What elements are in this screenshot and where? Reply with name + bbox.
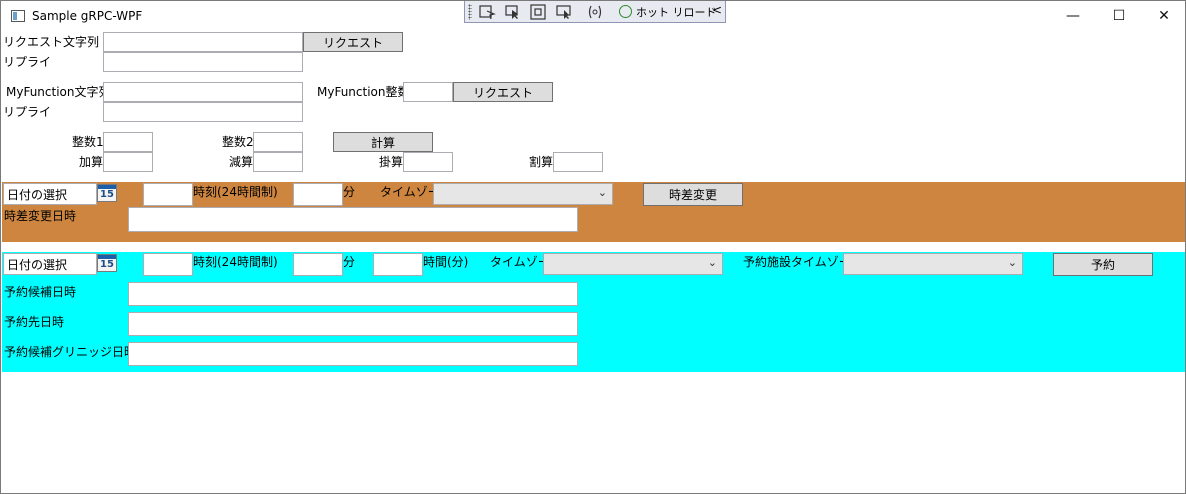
int1-input[interactable] (103, 132, 153, 152)
live-visual-tree-icon[interactable] (478, 4, 496, 20)
div-output[interactable] (553, 152, 603, 172)
reserve-duration-label: 時間(分) (423, 255, 469, 269)
div-label: 割算 (529, 155, 554, 169)
reserve-time-label: 時刻(24時間制) (193, 255, 278, 269)
myfunction-request-button[interactable]: リクエスト (453, 82, 553, 102)
timediff-timezone-combo[interactable]: ⌄ (433, 183, 613, 205)
reply-output[interactable] (103, 52, 303, 72)
candidate-gmt-output[interactable] (128, 342, 578, 366)
hot-reload-label[interactable]: ホット リロード (636, 4, 717, 20)
minimize-button[interactable]: — (1050, 1, 1096, 31)
select-element-icon[interactable] (504, 4, 522, 20)
hot-reload-check-icon (619, 5, 632, 18)
candidate-datetime-label: 予約候補日時 (4, 285, 77, 299)
reserve-date-text: 日付の選択 (7, 258, 68, 272)
add-label: 加算 (79, 155, 104, 169)
collapse-toolbar-button[interactable]: < (712, 3, 722, 17)
myfunction-string-input[interactable] (103, 82, 303, 102)
chevron-down-icon: ⌄ (707, 256, 717, 269)
timediff-minute-input[interactable] (293, 183, 343, 206)
timediff-result-label: 時差変更日時 (4, 209, 77, 223)
mul-label: 掛算 (379, 155, 404, 169)
timediff-minute-label: 分 (343, 185, 356, 199)
request-string-label: リクエスト文字列 (3, 35, 100, 49)
window-title: Sample gRPC-WPF (32, 9, 143, 23)
maximize-button[interactable]: ☐ (1096, 1, 1142, 31)
timediff-date-text: 日付の選択 (7, 188, 68, 202)
myfunction-int-label: MyFunction整数 (317, 85, 410, 99)
int2-input[interactable] (253, 132, 303, 152)
facility-timezone-combo[interactable]: ⌄ (843, 253, 1023, 275)
chevron-down-icon: ⌄ (597, 186, 607, 199)
toolbar-grip-icon[interactable] (468, 4, 472, 20)
sub-label: 減算 (229, 155, 254, 169)
xaml-debug-toolbar: ホット リロード < (464, 1, 726, 23)
request-string-input[interactable] (103, 32, 303, 52)
mul-output[interactable] (403, 152, 453, 172)
reserve-duration-input[interactable] (373, 253, 423, 276)
int2-label: 整数2 (222, 135, 254, 149)
reserve-date-picker[interactable]: 日付の選択 (3, 253, 97, 275)
display-layout-adorners-icon[interactable] (529, 4, 547, 20)
timediff-result-output[interactable] (128, 207, 578, 232)
reserve-minute-label: 分 (343, 255, 356, 269)
reserve-hour-input[interactable] (143, 253, 193, 276)
timediff-date-picker[interactable]: 日付の選択 (3, 183, 97, 205)
reserve-minute-input[interactable] (293, 253, 343, 276)
binding-failures-icon[interactable] (586, 4, 604, 20)
calendar-icon[interactable]: 15 (97, 184, 117, 202)
request-button[interactable]: リクエスト (303, 32, 403, 52)
reserve-timezone-combo[interactable]: ⌄ (543, 253, 723, 275)
app-window-icon (11, 10, 25, 22)
calculate-button[interactable]: 計算 (333, 132, 433, 152)
reserve-button[interactable]: 予約 (1053, 253, 1153, 276)
sub-output[interactable] (253, 152, 303, 172)
target-datetime-output[interactable] (128, 312, 578, 336)
candidate-datetime-output[interactable] (128, 282, 578, 306)
myfunction-string-label: MyFunction文字列 (6, 85, 111, 99)
main-window: Sample gRPC-WPF — ☐ ✕ ホット リロード < リクエスト文字… (0, 0, 1186, 494)
timediff-hour-input[interactable] (143, 183, 193, 206)
time-difference-panel: 日付の選択 15 時刻(24時間制) 分 タイムゾーン ⌄ 時差変更 時差変更日… (2, 182, 1185, 242)
myfunction-reply-output[interactable] (103, 102, 303, 122)
add-output[interactable] (103, 152, 153, 172)
timediff-time-label: 時刻(24時間制) (193, 185, 278, 199)
close-button[interactable]: ✕ (1141, 1, 1185, 31)
calendar-icon[interactable]: 15 (97, 254, 117, 272)
int1-label: 整数1 (72, 135, 104, 149)
myfunction-reply-label: リプライ (3, 105, 52, 119)
chevron-down-icon: ⌄ (1007, 256, 1017, 269)
target-datetime-label: 予約先日時 (4, 315, 65, 329)
timediff-change-button[interactable]: 時差変更 (643, 183, 743, 206)
myfunction-int-input[interactable] (403, 82, 453, 102)
reply-label: リプライ (3, 55, 52, 69)
candidate-gmt-label: 予約候補グリニッジ日時 (4, 345, 137, 359)
track-focus-icon[interactable] (555, 4, 573, 20)
reservation-panel: 日付の選択 15 時刻(24時間制) 分 時間(分) タイムゾーン ⌄ 予約施設… (2, 252, 1185, 372)
